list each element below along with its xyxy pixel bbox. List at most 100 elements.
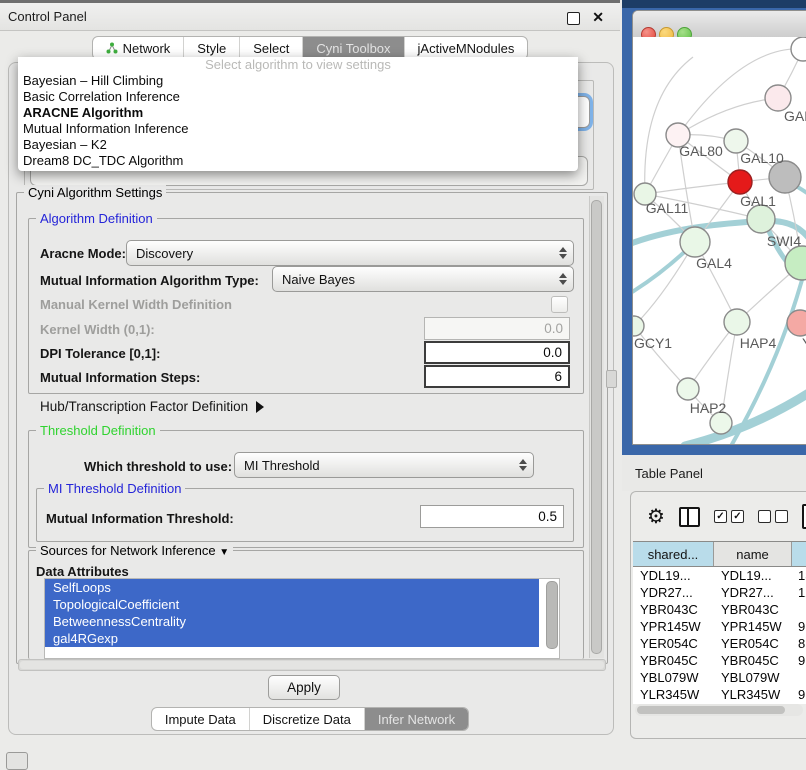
node-label: HAP4 — [740, 335, 777, 351]
cell: YDR27... — [714, 584, 792, 601]
minimized-panel-icon-partial[interactable] — [6, 752, 28, 770]
table-row[interactable]: YBL079WYBL079W — [633, 669, 806, 686]
attribute-item-selected[interactable]: SelfLoops — [45, 579, 539, 596]
table-row[interactable]: YDR27...YDR27...12 — [633, 584, 806, 601]
cell: 9. — [792, 652, 806, 669]
mi-steps-field[interactable]: 6 — [424, 365, 570, 388]
table-row[interactable]: YLR345WYLR345W9. — [633, 686, 806, 703]
mi-threshold-field[interactable]: 0.5 — [420, 505, 564, 528]
table-panel-titlebar: Table Panel — [622, 455, 806, 491]
tab-label: Style — [197, 41, 226, 56]
cell: YBL079W — [714, 669, 792, 686]
manual-kernel-label: Manual Kernel Width Definition — [40, 297, 232, 312]
algorithm-option[interactable]: Basic Correlation Inference — [18, 89, 578, 105]
table-row[interactable]: YBR043CYBR043C — [633, 601, 806, 618]
manual-kernel-checkbox[interactable] — [551, 296, 568, 313]
node-label: GAL — [784, 108, 806, 124]
cell: YBR045C — [633, 652, 714, 669]
node-label: Y — [802, 335, 806, 351]
cell: YER054C — [633, 635, 714, 652]
tab-discretize-data[interactable]: Discretize Data — [249, 708, 364, 730]
table-hscrollbar-thumb[interactable] — [637, 706, 785, 714]
hub-definition-expander[interactable]: Hub/Transcription Factor Definition — [40, 399, 264, 414]
attribute-item-selected[interactable]: BetweennessCentrality — [45, 613, 539, 630]
table-row[interactable]: YDL19...YDL19...13 — [633, 567, 806, 584]
tab-label: Cyni Toolbox — [316, 41, 390, 56]
columns-icon[interactable] — [679, 507, 700, 527]
threshold-definition-title: Threshold Definition — [36, 423, 160, 438]
algorithm-option[interactable]: Bayesian – Hill Climbing — [18, 73, 578, 89]
algorithm-definition-title: Algorithm Definition — [36, 211, 157, 226]
tab-cyni-toolbox[interactable]: Cyni Toolbox — [302, 37, 403, 59]
table-hscrollbar[interactable] — [635, 704, 803, 716]
attributes-scrollbar-thumb[interactable] — [546, 581, 558, 649]
attribute-item-selected[interactable]: TopologicalCoefficient — [45, 596, 539, 613]
tab-infer-network[interactable]: Infer Network — [364, 708, 468, 730]
cell: YBR043C — [714, 601, 792, 618]
algorithm-option-selected[interactable]: ARACNE Algorithm — [18, 105, 578, 121]
cell: YBR043C — [633, 601, 714, 618]
tab-style[interactable]: Style — [183, 37, 239, 59]
which-threshold-combobox[interactable]: MI Threshold — [234, 452, 534, 478]
which-threshold-value: MI Threshold — [235, 458, 513, 473]
tab-jactivemnodules[interactable]: jActiveMNodules — [404, 37, 528, 59]
node-label: GCY1 — [634, 335, 672, 351]
which-threshold-label: Which threshold to use: — [84, 459, 232, 474]
apply-button[interactable]: Apply — [268, 675, 340, 700]
table-row[interactable]: YER054CYER054C8. — [633, 635, 806, 652]
panel-title: Control Panel — [8, 9, 87, 24]
document-icon[interactable] — [802, 504, 806, 529]
algorithm-option[interactable]: Dream8 DC_TDC Algorithm — [18, 153, 578, 169]
table-header-row: shared... name — [633, 542, 806, 567]
stepper-arrows-icon — [553, 273, 573, 285]
cell: YBL079W — [633, 669, 714, 686]
select-all-icon[interactable]: ✓ ✓ — [714, 510, 744, 523]
column-header-partial[interactable] — [792, 542, 806, 566]
bottom-tab-group: Impute Data Discretize Data Infer Networ… — [151, 707, 469, 731]
network-window-titlebar[interactable] — [633, 11, 806, 38]
network-graph: GAL GAL80 GAL10 GAL1 GAL11 SWI4 GAL4 GCY… — [633, 37, 806, 444]
algorithm-option[interactable]: Bayesian – K2 — [18, 137, 578, 153]
tab-label: Infer Network — [378, 712, 455, 727]
settings-hscrollbar[interactable] — [18, 659, 606, 671]
node-label: GAL10 — [740, 150, 784, 166]
mi-threshold-label: Mutual Information Threshold: — [46, 511, 234, 526]
tab-impute-data[interactable]: Impute Data — [152, 708, 249, 730]
column-header-shared-name[interactable]: shared... — [633, 542, 714, 566]
settings-scrollbar-thumb[interactable] — [591, 200, 602, 654]
kernel-width-field[interactable]: 0.0 — [424, 317, 570, 340]
hub-definition-label: Hub/Transcription Factor Definition — [40, 399, 248, 414]
sources-title-text: Sources for Network Inference — [40, 543, 216, 558]
table-row[interactable]: YPR145WYPR145W9. — [633, 618, 806, 635]
aracne-mode-combobox[interactable]: Discovery — [126, 240, 574, 266]
algorithm-option[interactable]: Mutual Information Inference — [18, 121, 578, 137]
deselect-all-icon[interactable] — [758, 510, 788, 523]
gear-icon[interactable]: ⚙ — [647, 507, 665, 527]
mi-algorithm-type-value: Naive Bayes — [273, 272, 553, 287]
sources-group-title[interactable]: Sources for Network Inference ▼ — [36, 543, 233, 558]
aracne-mode-value: Discovery — [127, 246, 553, 261]
node-label: HAP2 — [690, 400, 727, 416]
tab-select[interactable]: Select — [239, 37, 302, 59]
table-panel-title: Table Panel — [635, 466, 703, 481]
table-row[interactable]: YBR045CYBR045C9. — [633, 652, 806, 669]
data-attributes-list[interactable]: SelfLoops TopologicalCoefficient Between… — [44, 578, 560, 659]
algorithm-dropdown-popup: Select algorithm to view settings Bayesi… — [18, 57, 578, 171]
cell: 9. — [792, 686, 806, 703]
close-icon[interactable]: ✕ — [592, 9, 604, 26]
settings-group-title: Cyni Algorithm Settings — [24, 185, 166, 200]
dpi-tolerance-field[interactable]: 0.0 — [424, 341, 570, 364]
panel-splitter-handle[interactable] — [606, 370, 617, 388]
tab-network[interactable]: Network — [93, 37, 184, 59]
float-panel-icon[interactable] — [567, 12, 580, 25]
cell: 13 — [792, 567, 806, 584]
cell — [792, 601, 806, 618]
network-canvas[interactable]: GAL GAL80 GAL10 GAL1 GAL11 SWI4 GAL4 GCY… — [633, 37, 806, 444]
stepper-arrows-icon — [553, 247, 573, 259]
network-panel-top-strip — [622, 0, 806, 8]
expander-arrow-icon — [256, 401, 264, 413]
column-header-name[interactable]: name — [714, 542, 792, 566]
attribute-item-selected[interactable]: gal4RGexp — [45, 630, 539, 647]
mi-algorithm-type-combobox[interactable]: Naive Bayes — [272, 266, 574, 292]
tab-label: jActiveMNodules — [418, 41, 515, 56]
